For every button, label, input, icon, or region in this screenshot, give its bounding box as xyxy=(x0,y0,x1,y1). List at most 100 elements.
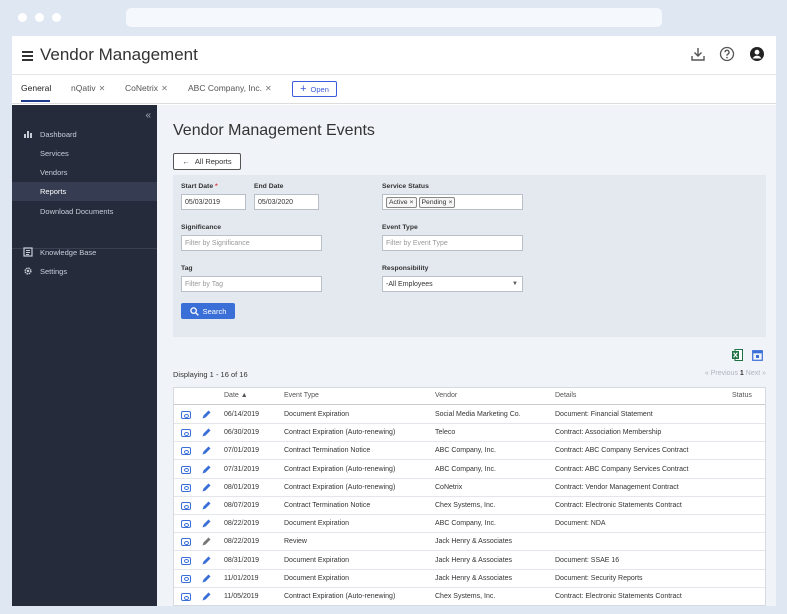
view-icon[interactable] xyxy=(181,502,191,510)
start-date-input[interactable]: 05/03/2019 xyxy=(181,194,246,210)
cell-vendor: ABC Company, Inc. xyxy=(435,520,496,528)
cell-date: 06/14/2019 xyxy=(224,411,260,418)
cell-vendor: Jack Henry & Associates xyxy=(435,574,513,582)
sidebar-item-reports[interactable]: Reports xyxy=(12,182,157,201)
view-icon[interactable] xyxy=(181,593,191,601)
edit-icon[interactable] xyxy=(201,555,212,566)
edit-icon[interactable] xyxy=(201,573,212,584)
tab-abc-company[interactable]: ABC Company, Inc. ✕ xyxy=(188,83,272,93)
view-icon[interactable] xyxy=(181,447,191,456)
edit-icon[interactable] xyxy=(201,591,212,602)
edit-icon[interactable] xyxy=(201,500,212,511)
user-icon[interactable] xyxy=(749,46,765,62)
sidebar-item-services[interactable]: Services xyxy=(12,144,157,163)
pagination-previous[interactable]: « Previous xyxy=(705,370,738,377)
open-button[interactable]: + Open xyxy=(292,81,337,97)
tab-nqativ[interactable]: nQativ ✕ xyxy=(71,83,105,93)
view-icon[interactable] xyxy=(181,538,191,547)
calendar-icon[interactable] xyxy=(752,349,763,361)
view-icon[interactable] xyxy=(181,556,191,565)
pagination-next[interactable]: Next » xyxy=(746,370,766,377)
cell-event-type: Contract Termination Notice xyxy=(284,502,371,509)
tab-conetrix[interactable]: CoNetrix ✕ xyxy=(125,83,168,93)
sidebar-item-label: Download Documents xyxy=(40,207,114,216)
sidebar-item-label: Dashboard xyxy=(40,130,77,139)
table-row[interactable]: 08/22/2019 Document Expiration ABC Company… xyxy=(174,515,765,534)
window-dot-minimize[interactable] xyxy=(35,13,44,22)
excel-export-icon[interactable] xyxy=(732,349,743,361)
close-icon[interactable]: ✕ xyxy=(99,84,106,93)
collapse-sidebar-icon[interactable]: « xyxy=(145,110,151,121)
close-icon[interactable]: ✕ xyxy=(265,84,272,93)
close-icon[interactable]: × xyxy=(410,199,414,206)
sidebar-item-download-documents[interactable]: Download Documents xyxy=(12,202,157,221)
service-status-multiselect[interactable]: Active × Pending × xyxy=(382,194,523,210)
cell-date: 08/07/2019 xyxy=(224,502,260,509)
help-icon[interactable] xyxy=(719,46,735,62)
window-dot-close[interactable] xyxy=(18,13,27,22)
start-date-label: Start Date * xyxy=(181,183,218,190)
table-row[interactable]: 11/05/2019 Contract Expiration (Auto-rene… xyxy=(174,588,765,605)
cell-event-type: Document Expiration xyxy=(284,574,349,582)
all-reports-button[interactable]: ← All Reports xyxy=(173,153,241,170)
edit-icon[interactable] xyxy=(201,409,212,420)
column-header-event-type[interactable]: Event Type xyxy=(284,392,319,399)
column-header-details[interactable]: Details xyxy=(555,392,576,399)
edit-icon[interactable] xyxy=(201,536,212,547)
sidebar-item-vendors[interactable]: Vendors xyxy=(12,163,157,182)
close-icon[interactable]: ✕ xyxy=(161,84,168,93)
sidebar-item-dashboard[interactable]: Dashboard xyxy=(12,125,157,144)
cell-details: Document: SSAE 16 xyxy=(555,556,620,564)
view-icon[interactable] xyxy=(181,429,191,438)
cell-event-type: Document Expiration xyxy=(284,556,349,564)
main-content: Vendor Management Events ← All Reports S… xyxy=(157,105,776,606)
edit-icon[interactable] xyxy=(201,518,212,529)
cell-vendor: Chex Systems, Inc. xyxy=(435,593,496,600)
responsibility-select[interactable]: -All Employees ▼ xyxy=(382,276,523,292)
table-header: Date ▲ Event Type Vendor Details Status xyxy=(174,388,765,405)
view-icon[interactable] xyxy=(181,520,191,529)
end-date-input[interactable]: 05/03/2020 xyxy=(254,194,319,210)
significance-input[interactable]: Filter by Significance xyxy=(181,235,322,251)
window-dot-maximize[interactable] xyxy=(52,13,61,22)
book-icon xyxy=(23,247,33,257)
download-icon[interactable] xyxy=(690,46,706,62)
table-row[interactable]: 08/07/2019 Contract Termination Notice Che… xyxy=(174,497,765,515)
search-button[interactable]: Search xyxy=(181,303,235,319)
tab-general[interactable]: General xyxy=(21,83,51,93)
edit-icon[interactable] xyxy=(201,464,212,475)
table-row[interactable]: 11/01/2019 Document Expiration Jack Henry … xyxy=(174,570,765,588)
address-bar[interactable] xyxy=(126,8,662,27)
table-row[interactable]: 08/31/2019 Document Expiration Jack Henry … xyxy=(174,552,765,570)
column-header-vendor[interactable]: Vendor xyxy=(435,392,457,399)
tab-strip: General nQativ ✕ CoNetrix ✕ ABC Company, I… xyxy=(12,75,776,104)
table-row[interactable]: 07/31/2019 Contract Expiration (Auto-rene… xyxy=(174,461,765,479)
view-icon[interactable] xyxy=(181,574,191,583)
view-icon[interactable] xyxy=(181,483,191,492)
table-row[interactable]: 07/01/2019 Contract Termination Notice ABC… xyxy=(174,442,765,461)
table-row[interactable]: 06/14/2019 Document Expiration Social Medi… xyxy=(174,406,765,424)
column-header-status[interactable]: Status xyxy=(732,392,752,399)
edit-icon[interactable] xyxy=(201,482,212,493)
sidebar-item-knowledge-base[interactable]: Knowledge Base xyxy=(12,243,157,262)
column-header-date[interactable]: Date ▲ xyxy=(224,392,248,399)
service-status-label: Service Status xyxy=(382,183,429,190)
event-type-input[interactable]: Filter by Event Type xyxy=(382,235,523,251)
cell-event-type: Contract Expiration (Auto-renewing) xyxy=(284,483,396,491)
pagination-current-page[interactable]: 1 xyxy=(740,370,744,377)
filter-panel: Start Date * 05/03/2019 End Date 05/03/2… xyxy=(173,175,766,337)
view-icon[interactable] xyxy=(181,465,191,474)
tag-input[interactable]: Filter by Tag xyxy=(181,276,322,292)
edit-icon[interactable] xyxy=(201,427,212,438)
table-row[interactable]: 06/30/2019 Contract Expiration (Auto-rene… xyxy=(174,424,765,443)
table-row[interactable]: 08/01/2019 Contract Expiration (Auto-rene… xyxy=(174,479,765,497)
cell-details: Contract: ABC Company Services Contract xyxy=(555,465,689,473)
menu-icon[interactable] xyxy=(22,51,33,61)
table-row[interactable]: 08/22/2019 Review Jack Henry & Associates xyxy=(174,533,765,552)
view-icon[interactable] xyxy=(181,411,191,419)
edit-icon[interactable] xyxy=(201,445,212,456)
cell-event-type: Document Expiration xyxy=(284,520,349,528)
cell-details: Contract: Electronic Statements Contract xyxy=(555,502,682,509)
sidebar-item-settings[interactable]: Settings xyxy=(12,262,157,281)
close-icon[interactable]: × xyxy=(448,199,452,206)
